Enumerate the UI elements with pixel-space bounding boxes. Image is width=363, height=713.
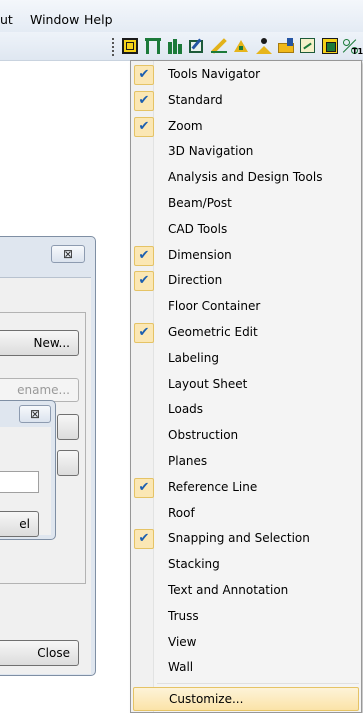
menu-item-label: Wall	[168, 660, 194, 675]
menu-item-label: Roof	[168, 505, 195, 520]
close-icon: ⊠	[62, 247, 74, 261]
checkmark-icon: ✔	[134, 477, 154, 498]
menu-item-label: View	[168, 634, 197, 649]
customize-label: Customize...	[169, 692, 244, 706]
label-icon[interactable]	[322, 38, 338, 54]
toolbar: T1	[0, 32, 363, 61]
menu-item-label: Planes	[168, 454, 208, 468]
menu-item-label: Zoom	[168, 118, 203, 133]
menu-window[interactable]: Window	[30, 12, 79, 27]
menu-item-label: Tools Navigator	[168, 67, 261, 81]
menu-item-3d-navigation[interactable]: 3D Navigation	[131, 139, 361, 165]
menu-item-direction[interactable]: ✔ Direction	[131, 268, 361, 294]
menu-separator	[157, 683, 359, 684]
menu-item-label: Direction	[168, 273, 223, 288]
menu-item-label: Geometric Edit	[168, 325, 258, 339]
name-input[interactable]	[0, 471, 39, 493]
toolbars-menu: ✔ Tools Navigator ✔ Standard ✔ Zoom 3D Navigat…	[130, 60, 362, 713]
menu-item-standard[interactable]: ✔ Standard	[131, 88, 361, 114]
pencil-icon[interactable]	[211, 38, 227, 54]
frame-icon[interactable]	[145, 38, 161, 54]
menu-item-label: Loads	[168, 402, 204, 417]
person-icon[interactable]	[256, 38, 272, 54]
checkmark-icon: ✔	[134, 90, 154, 111]
menu-item-label: Stacking	[168, 557, 220, 572]
rename-dialog: ⊠ el	[0, 400, 56, 540]
dialog-close-button[interactable]: ⊠	[51, 245, 85, 263]
menu-item-label: Layout Sheet	[168, 376, 248, 391]
menu-item-analysis-and-design-tools[interactable]: Analysis and Design Tools	[131, 165, 361, 191]
menu-item-label: Standard	[168, 92, 223, 107]
menu-item-snapping-and-selection[interactable]: ✔ Snapping and Selection	[131, 526, 361, 552]
checkmark-icon: ✔	[134, 271, 154, 292]
column-icon[interactable]	[167, 38, 183, 54]
menu-item-label: Beam/Post	[168, 196, 232, 210]
cancel-button[interactable]: el	[0, 511, 39, 537]
menu-bar: ut Window Help	[0, 0, 363, 32]
menu-item-tools-navigator[interactable]: ✔ Tools Navigator	[131, 62, 361, 88]
folder-icon[interactable]	[278, 38, 294, 54]
menu-item-label: Truss	[168, 608, 199, 623]
menu-item-view[interactable]: View	[131, 630, 361, 656]
menu-item-dimension[interactable]: ✔ Dimension	[131, 243, 361, 269]
checkmark-icon: ✔	[134, 323, 154, 343]
menu-item-label: Obstruction	[168, 428, 239, 443]
menu-item-floor-container[interactable]: Floor Container	[131, 294, 361, 320]
menu-item-zoom[interactable]: ✔ Zoom	[131, 114, 361, 140]
menu-item-label: Labeling	[168, 350, 219, 365]
menu-layout[interactable]: ut	[0, 12, 13, 27]
rename-dialog-close-button[interactable]: ⊠	[19, 405, 51, 423]
menu-item-label: Dimension	[168, 247, 232, 262]
menu-item-cad-tools[interactable]: CAD Tools	[131, 217, 361, 243]
menu-item-stacking[interactable]: Stacking	[131, 552, 361, 578]
edit-icon[interactable]	[189, 38, 205, 54]
checkmark-icon: ✔	[134, 65, 154, 85]
menu-item-truss[interactable]: Truss	[131, 604, 361, 630]
menu-item-beam-post[interactable]: Beam/Post	[131, 191, 361, 217]
menu-item-label: CAD Tools	[168, 221, 228, 236]
menu-item-label: 3D Navigation	[168, 144, 254, 159]
menu-help[interactable]: Help	[84, 12, 113, 27]
new-button[interactable]: New...	[0, 330, 79, 356]
menu-item-layout-sheet[interactable]: Layout Sheet	[131, 372, 361, 398]
menu-item-label: Analysis and Design Tools	[168, 170, 323, 185]
menu-item-roof[interactable]: Roof	[131, 501, 361, 527]
t1-label: T1	[352, 47, 363, 56]
menu-item-loads[interactable]: Loads	[131, 397, 361, 423]
close-icon: ⊠	[29, 407, 41, 421]
menu-item-geometric-edit[interactable]: ✔ Geometric Edit	[131, 320, 361, 346]
checkmark-icon: ✔	[134, 245, 154, 266]
customize-menu-item[interactable]: Customize...	[133, 687, 359, 711]
menu-item-label: Floor Container	[168, 299, 261, 314]
menu-item-planes[interactable]: Planes	[131, 449, 361, 475]
close-button[interactable]: Close	[0, 640, 79, 666]
menu-item-labeling[interactable]: Labeling	[131, 346, 361, 372]
checkmark-icon: ✔	[134, 116, 154, 137]
toolbar-grip[interactable]	[112, 38, 116, 56]
menu-item-text-and-annotation[interactable]: Text and Annotation	[131, 578, 361, 604]
rename-button[interactable]: ename...	[0, 378, 79, 402]
hidden-button-1[interactable]	[57, 414, 79, 440]
checkmark-icon: ✔	[134, 529, 154, 550]
rename-dialog-body: el	[0, 427, 51, 537]
menu-item-label: Snapping and Selection	[168, 531, 310, 546]
menu-item-wall[interactable]: Wall	[131, 655, 361, 681]
menu-item-reference-line[interactable]: ✔ Reference Line	[131, 475, 361, 501]
menu-item-label: Text and Annotation	[168, 583, 289, 597]
hidden-button-2[interactable]	[57, 450, 79, 476]
menu-item-label: Reference Line	[168, 479, 258, 494]
menu-item-obstruction[interactable]: Obstruction	[131, 423, 361, 449]
view-icon[interactable]	[122, 38, 138, 54]
chart-icon[interactable]	[300, 38, 316, 54]
triangle-icon[interactable]	[233, 38, 249, 54]
